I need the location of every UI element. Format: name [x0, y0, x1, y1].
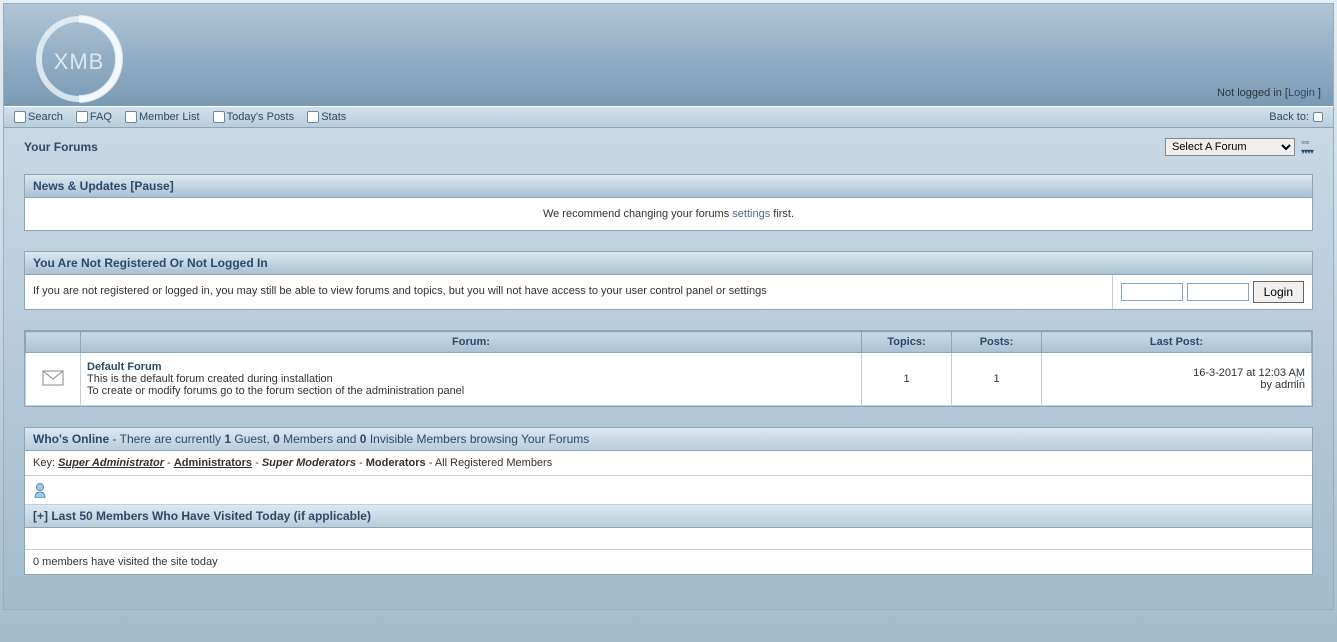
- last50-empty: [25, 528, 1312, 550]
- key-row: Key: Super Administrator - Administrator…: [25, 451, 1312, 476]
- last50-msg: 0 members have visited the site today: [25, 550, 1312, 574]
- svg-text:XMB: XMB: [54, 49, 105, 74]
- person-icon: [33, 484, 47, 496]
- back-to-label: Back to:: [1269, 111, 1309, 123]
- login-button[interactable]: Login: [1253, 281, 1304, 303]
- nav-faq[interactable]: FAQ: [76, 111, 112, 123]
- key-admin: Administrators: [174, 457, 252, 469]
- forum-row: Default Forum This is the default forum …: [26, 353, 1312, 406]
- goto-last-icon[interactable]: ▷: [1295, 374, 1303, 385]
- page-title: Your Forums: [24, 140, 98, 154]
- last50-header[interactable]: [+] Last 50 Members Who Have Visited Tod…: [25, 505, 1312, 528]
- pause-link[interactable]: Pause: [134, 179, 169, 193]
- nav-stats[interactable]: Stats: [307, 111, 346, 123]
- forum-select[interactable]: Select A Forum: [1165, 138, 1295, 156]
- username-input[interactable]: [1121, 283, 1183, 301]
- settings-link[interactable]: settings: [732, 208, 770, 220]
- not-registered-header: You Are Not Registered Or Not Logged In: [25, 252, 1312, 275]
- col-topics: Topics:: [862, 332, 952, 353]
- col-icon: [26, 332, 81, 353]
- key-mod: Moderators: [366, 457, 426, 469]
- login-link[interactable]: Login: [1288, 87, 1315, 99]
- login-status: Not logged in [Login ]: [1217, 87, 1321, 99]
- whos-online-panel: Who's Online - There are currently 1 Gue…: [24, 427, 1313, 575]
- lastpost-date: 16-3-2017 at 12:03 AM: [1048, 367, 1305, 379]
- news-header: News & Updates [Pause]: [25, 175, 1312, 198]
- password-input[interactable]: [1187, 283, 1249, 301]
- news-body: We recommend changing your forums settin…: [25, 198, 1312, 230]
- key-super-admin: Super Administrator: [58, 457, 164, 469]
- lastpost-by: by admin: [1048, 379, 1305, 391]
- col-posts: Posts:: [952, 332, 1042, 353]
- whos-online-header: Who's Online - There are currently 1 Gue…: [25, 428, 1312, 451]
- news-panel: News & Updates [Pause] We recommend chan…: [24, 174, 1313, 231]
- nav-search[interactable]: Search: [14, 111, 63, 123]
- forum-link[interactable]: Default Forum: [87, 361, 162, 373]
- topics-count: 1: [862, 353, 952, 406]
- forum-list-panel: Forum: Topics: Posts: Last Post: Default…: [24, 330, 1313, 407]
- nav-todays-posts[interactable]: Today's Posts: [213, 111, 295, 123]
- online-icons-row: [25, 476, 1312, 505]
- back-to-checkbox[interactable]: [1313, 112, 1323, 122]
- not-registered-msg: If you are not registered or logged in, …: [25, 275, 1113, 309]
- header-banner: XMB Not logged in [Login ]: [4, 4, 1333, 106]
- down-icon[interactable]: ▫▫▫▫▾▾▾▾: [1301, 138, 1313, 156]
- forum-desc1: This is the default forum created during…: [87, 373, 855, 385]
- posts-count: 1: [952, 353, 1042, 406]
- col-forum: Forum:: [81, 332, 862, 353]
- col-lastpost: Last Post:: [1042, 332, 1312, 353]
- xmb-logo: XMB: [24, 14, 134, 107]
- not-registered-panel: You Are Not Registered Or Not Logged In …: [24, 251, 1313, 310]
- forum-desc2: To create or modify forums go to the for…: [87, 385, 855, 397]
- envelope-icon: [26, 353, 81, 406]
- nav-member-list[interactable]: Member List: [125, 111, 200, 123]
- navbar: Search FAQ Member List Today's Posts Sta…: [4, 106, 1333, 128]
- key-super-mod: Super Moderators: [262, 457, 356, 469]
